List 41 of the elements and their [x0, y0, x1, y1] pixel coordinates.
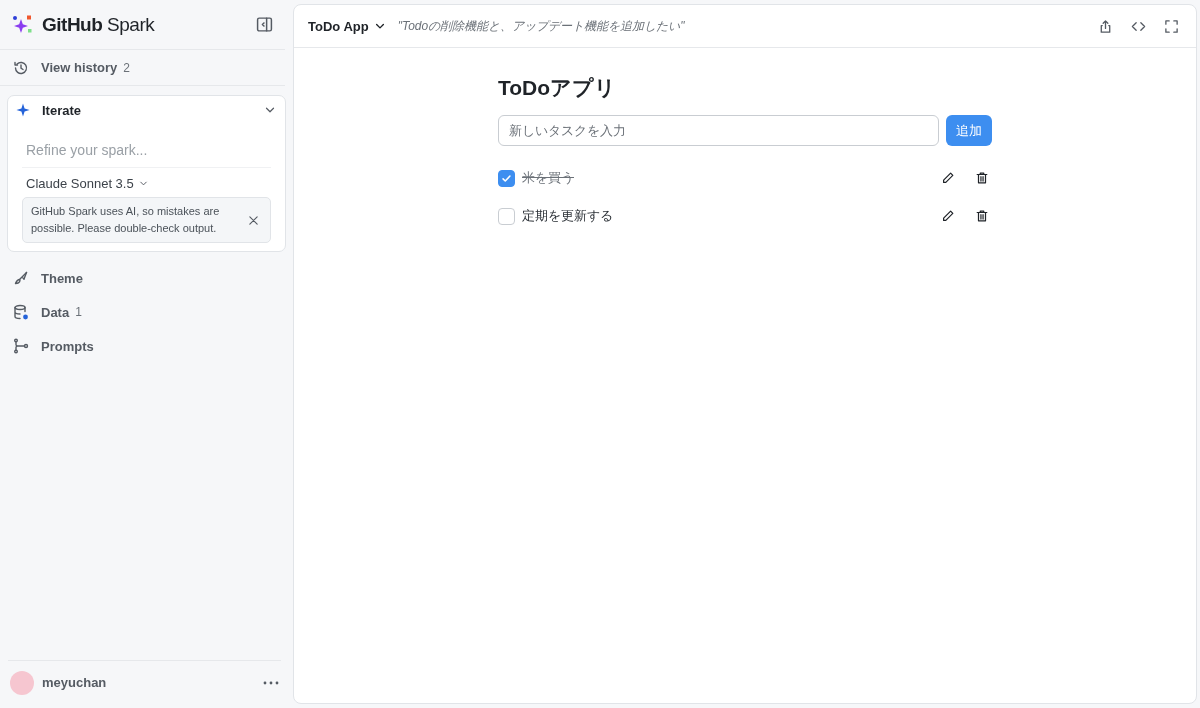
trash-icon[interactable]: [975, 171, 989, 185]
user-name: meyuchan: [42, 675, 108, 690]
trash-icon[interactable]: [975, 209, 989, 223]
count-label: 1: [75, 305, 82, 319]
checkbox[interactable]: [498, 169, 515, 187]
avatar: [10, 670, 34, 695]
nav-label: Data: [41, 304, 70, 320]
nav-item[interactable]: Data 1: [0, 295, 293, 329]
page-title: ToDoアプリ: [498, 75, 618, 101]
database-icon: [13, 304, 29, 320]
task-input[interactable]: 新しいタスクを入力: [498, 115, 939, 146]
sparkle-icon: [16, 103, 30, 117]
panel-title: Iterate: [42, 102, 83, 118]
checkbox[interactable]: [498, 207, 515, 225]
nav-item[interactable]: Prompts: [0, 329, 293, 363]
task-text: 定期を更新する: [522, 207, 614, 225]
fullscreen-icon[interactable]: [1164, 18, 1179, 34]
pencil-icon[interactable]: [941, 171, 955, 185]
collapse-sidebar-icon[interactable]: [256, 16, 273, 33]
check-icon: [501, 172, 512, 184]
app-selector[interactable]: ToDo App: [308, 18, 386, 34]
share-icon[interactable]: [1098, 18, 1113, 34]
nav-label: Theme: [41, 270, 83, 286]
task-text: 米を買う: [522, 169, 575, 187]
close-icon[interactable]: [247, 213, 260, 227]
sparkle-logo-icon: [12, 13, 34, 36]
view-history-item[interactable]: View history 2: [0, 50, 285, 86]
notice-text: GitHub Spark uses AI, so mistakes are possible. Please double-check output.: [31, 204, 221, 236]
more-icon[interactable]: [263, 680, 279, 685]
prompt-text: "Todoの削除機能と、アップデート機能を追加したい": [397, 17, 686, 35]
pencil-icon[interactable]: [941, 209, 955, 223]
nav-item[interactable]: Theme: [0, 261, 293, 295]
app-logo-text: GitHub Spark: [42, 13, 156, 36]
branch-icon: [13, 338, 29, 354]
brush-icon: [13, 270, 29, 286]
history-icon: [13, 59, 29, 76]
count-label: 2: [123, 60, 131, 75]
nav-label: View history: [41, 60, 118, 75]
nav-label: Prompts: [41, 338, 94, 354]
add-button[interactable]: 追加: [946, 115, 992, 146]
model-selector[interactable]: Claude Sonnet 3.5: [26, 176, 149, 191]
